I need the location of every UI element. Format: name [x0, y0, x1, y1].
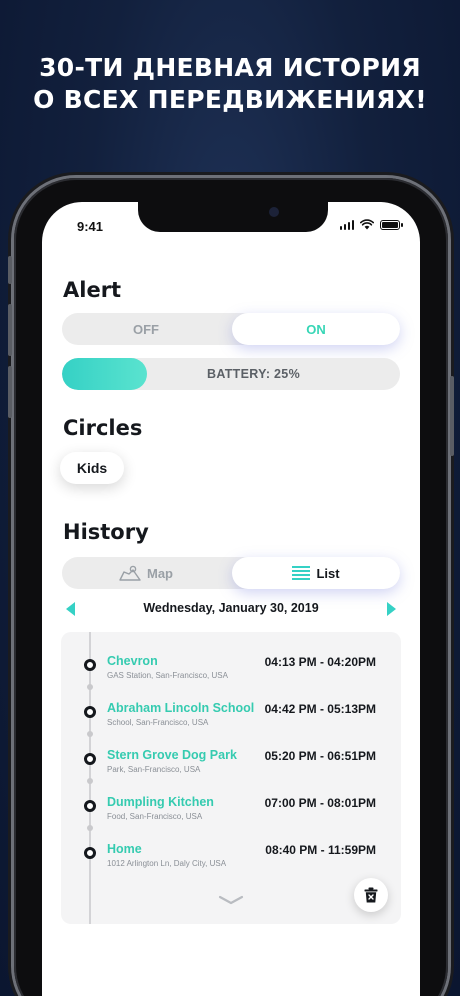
trash-icon	[364, 887, 378, 903]
status-icons	[339, 219, 403, 230]
list-item[interactable]: Stern Grove Dog Park Park, San-Francisco…	[61, 748, 401, 788]
place-name: Chevron	[107, 654, 158, 668]
battery-label: BATTERY: 25%	[207, 367, 300, 381]
mute-switch	[8, 256, 12, 284]
date-label: Wednesday, January 30, 2019	[143, 601, 319, 615]
timeline-minor-dot	[87, 684, 93, 690]
time-range: 05:20 PM - 06:51PM	[264, 749, 376, 763]
place-address: Park, San-Francisco, USA	[107, 765, 201, 774]
list-item[interactable]: Home 1012 Arlington Ln, Daly City, USA 0…	[61, 842, 401, 882]
place-address: GAS Station, San-Francisco, USA	[107, 671, 228, 680]
list-item[interactable]: Chevron GAS Station, San-Francisco, USA …	[61, 654, 401, 694]
circles-title: Circles	[63, 416, 143, 440]
battery-bar: BATTERY: 25%	[62, 358, 400, 390]
alert-toggle: OFF ON	[62, 313, 400, 345]
timeline-minor-dot	[87, 825, 93, 831]
map-icon	[119, 565, 141, 581]
power-button	[450, 376, 454, 456]
place-address: School, San-Francisco, USA	[107, 718, 209, 727]
chevron-down-icon[interactable]	[218, 895, 244, 905]
alert-title: Alert	[63, 278, 122, 302]
timeline-dot	[84, 753, 96, 765]
time-range: 08:40 PM - 11:59PM	[265, 843, 376, 857]
place-address: Food, San-Francisco, USA	[107, 812, 203, 821]
time-range: 04:42 PM - 05:13PM	[264, 702, 376, 716]
timeline-dot	[84, 800, 96, 812]
app-screen: 9:41 Alert OFF ON BATTERY: 25% Circles K…	[42, 202, 420, 996]
front-camera	[269, 207, 279, 217]
place-name: Stern Grove Dog Park	[107, 748, 237, 762]
map-view-label: Map	[147, 565, 173, 581]
promo-line-1: 30-ТИ ДНЕВНАЯ ИСТОРИЯ	[39, 53, 421, 82]
status-time: 9:41	[77, 219, 104, 234]
history-list: Chevron GAS Station, San-Francisco, USA …	[61, 632, 401, 924]
history-title: History	[63, 520, 149, 544]
volume-up-button	[8, 304, 12, 356]
notch	[138, 202, 328, 232]
place-name: Dumpling Kitchen	[107, 795, 214, 809]
history-view-toggle: Map List	[62, 557, 400, 589]
signal-icon	[339, 219, 354, 230]
place-name: Abraham Lincoln School	[107, 701, 255, 715]
timeline-dot	[84, 847, 96, 859]
place-name: Home	[107, 842, 142, 856]
time-range: 04:13 PM - 04:20PM	[264, 655, 376, 669]
date-navigator: Wednesday, January 30, 2019	[62, 598, 400, 622]
list-view-option[interactable]: List	[232, 557, 400, 589]
timeline-minor-dot	[87, 778, 93, 784]
map-view-option[interactable]: Map	[62, 557, 230, 589]
timeline-dot	[84, 659, 96, 671]
battery-status-icon	[380, 219, 403, 230]
circle-chip-kids[interactable]: Kids	[60, 452, 124, 484]
place-address: 1012 Arlington Ln, Daly City, USA	[107, 859, 227, 868]
wifi-icon	[360, 219, 374, 230]
list-item[interactable]: Dumpling Kitchen Food, San-Francisco, US…	[61, 795, 401, 835]
alert-on-option[interactable]: ON	[232, 313, 400, 345]
timeline-dot	[84, 706, 96, 718]
alert-off-option[interactable]: OFF	[62, 313, 230, 345]
list-icon	[292, 566, 311, 580]
next-day-arrow-icon[interactable]	[387, 602, 396, 616]
timeline-minor-dot	[87, 731, 93, 737]
time-range: 07:00 PM - 08:01PM	[264, 796, 376, 810]
phone-frame: 9:41 Alert OFF ON BATTERY: 25% Circles K…	[8, 178, 454, 996]
promo-line-2: О ВСЕХ ПЕРЕДВИЖЕНИЯХ!	[33, 85, 427, 114]
delete-history-button[interactable]	[354, 878, 388, 912]
list-view-label: List	[316, 565, 340, 581]
list-item[interactable]: Abraham Lincoln School School, San-Franc…	[61, 701, 401, 741]
volume-down-button	[8, 366, 12, 418]
promo-headline: 30-ТИ ДНЕВНАЯ ИСТОРИЯ О ВСЕХ ПЕРЕДВИЖЕНИ…	[0, 52, 460, 116]
